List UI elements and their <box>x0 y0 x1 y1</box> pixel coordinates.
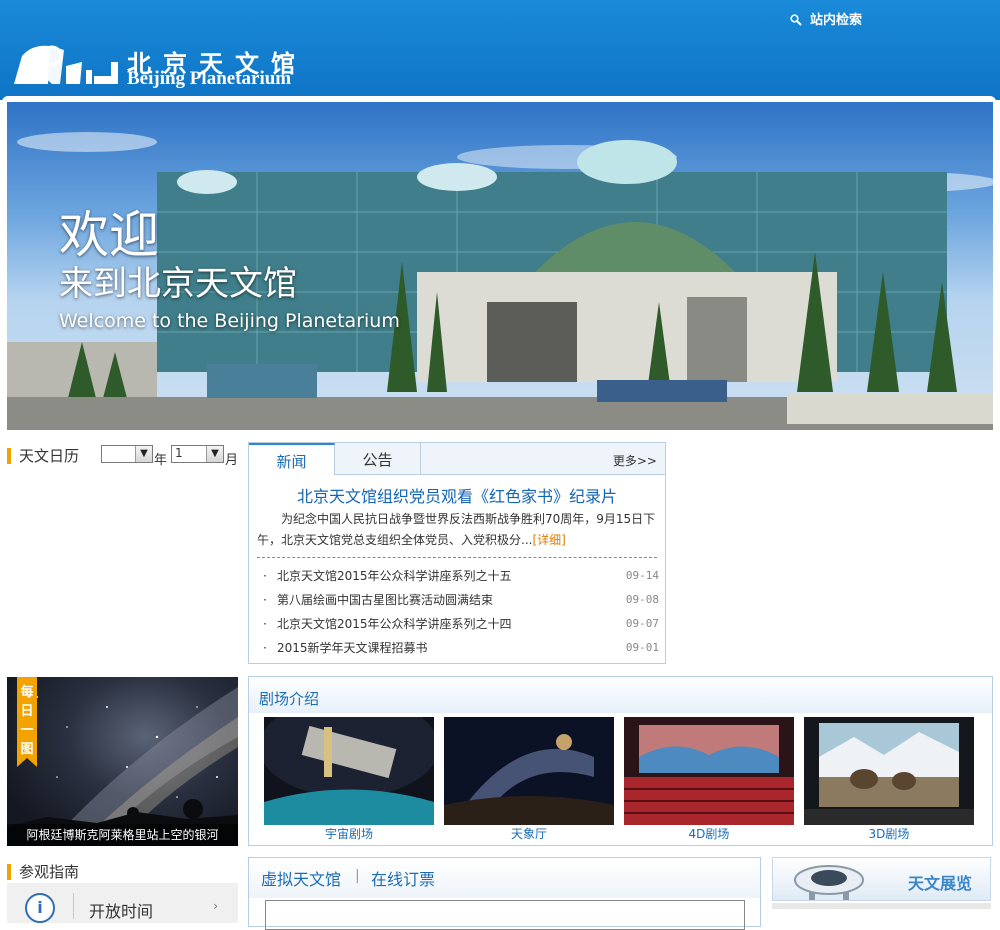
theater-card-4d[interactable]: 4D剧场 <box>624 717 794 843</box>
theater-card-sky[interactable]: 天象厅 <box>444 717 614 843</box>
banner-welcome-line2: 来到北京天文馆 <box>59 264 297 304</box>
daily-picture-caption[interactable]: 阿根廷博斯克阿莱格里站上空的银河 <box>7 824 238 846</box>
theater-label[interactable]: 3D剧场 <box>804 825 974 843</box>
site-header: 站内检索 北京天文馆 Beijing Planetarium <box>0 0 1000 100</box>
news-headline[interactable]: 北京天文馆组织党员观看《红色家书》纪录片 <box>249 483 665 507</box>
bullet-icon: · <box>263 617 267 631</box>
banner-welcome-line1: 欢迎 <box>59 206 159 264</box>
virtual-ticket-panel: 虚拟天文馆 | 在线订票 <box>248 857 761 930</box>
theater-panel: 剧场介绍 宇宙剧场 天象厅 4D剧场 3D剧场 <box>248 676 993 846</box>
year-unit-label: 年 <box>154 453 168 468</box>
tab-separator: | <box>355 868 360 884</box>
info-icon: i <box>25 893 55 923</box>
virtual-content-frame <box>265 900 745 930</box>
search-label: 站内检索 <box>810 13 863 28</box>
exhibition-panel-bottom <box>772 903 991 909</box>
tab-notice[interactable]: 公告 <box>335 443 421 474</box>
theater-label[interactable]: 4D剧场 <box>624 825 794 843</box>
milky-way-photo <box>7 687 238 846</box>
daily-picture[interactable]: 每日一图 阿根廷博斯克阿莱格里站上空的银河 <box>7 677 238 846</box>
month-unit-label: 月 <box>225 453 239 468</box>
theater-card-3d[interactable]: 3D剧场 <box>804 717 974 843</box>
news-list-item[interactable]: · 北京天文馆2015年公众科学讲座系列之十四 09-07 <box>263 612 659 636</box>
guide-divider <box>73 893 74 919</box>
calendar-year-select[interactable]: ▼ <box>101 445 153 463</box>
news-item-title[interactable]: 2015新学年天文课程招募书 <box>277 641 428 655</box>
news-summary: 为纪念中国人民抗日战争暨世界反法西斯战争胜利70周年，9月15日下午，北京天文馆… <box>257 509 659 551</box>
theater-label[interactable]: 宇宙剧场 <box>264 825 434 843</box>
news-item-title[interactable]: 北京天文馆2015年公众科学讲座系列之十五 <box>277 569 512 583</box>
chevron-right-icon: › <box>213 899 218 913</box>
logo-english-name: Beijing Planetarium <box>127 68 292 89</box>
banner-welcome-english: Welcome to the Beijing Planetarium <box>59 310 400 332</box>
tab-virtual-planetarium[interactable]: 虚拟天文馆 <box>261 866 341 890</box>
visit-guide-panel[interactable]: i 开放时间 › <box>7 883 238 923</box>
bullet-icon: · <box>263 569 267 583</box>
observatory-capsule-icon <box>794 865 864 900</box>
bullet-icon: · <box>263 593 267 607</box>
news-item-title[interactable]: 第八届绘画中国古星图比赛活动圆满结束 <box>277 593 493 607</box>
news-item-date: 09-01 <box>625 641 659 654</box>
astronomy-calendar-title: 天文日历 <box>7 448 79 464</box>
news-list-item[interactable]: · 第八届绘画中国古星图比赛活动圆满结束 09-08 <box>263 588 659 612</box>
theater-panel-title: 剧场介绍 <box>259 690 320 708</box>
news-detail-link[interactable]: [详细] <box>532 533 565 547</box>
news-tab-bar: 新闻 公告 更多>> <box>249 443 665 475</box>
theater-card-universe[interactable]: 宇宙剧场 <box>264 717 434 843</box>
3d-theater-photo <box>804 717 974 825</box>
news-item-title[interactable]: 北京天文馆2015年公众科学讲座系列之十四 <box>277 617 512 631</box>
daily-picture-badge: 每日一图 <box>17 677 37 767</box>
tab-news[interactable]: 新闻 <box>249 443 335 475</box>
4d-theater-photo <box>624 717 794 825</box>
visit-guide-title: 参观指南 <box>7 864 79 880</box>
calendar-month-select[interactable]: 1 ▼ <box>171 445 224 463</box>
search-icon <box>790 14 802 26</box>
bullet-icon: · <box>263 641 267 655</box>
news-item-date: 09-08 <box>625 593 659 606</box>
news-divider <box>257 557 657 558</box>
calendar-month-value: 1 <box>175 446 183 460</box>
exhibition-panel[interactable]: 天文展览 <box>772 857 991 901</box>
news-item-date: 09-14 <box>625 569 659 582</box>
planetarium-logo-icon[interactable] <box>12 40 122 88</box>
news-panel: 新闻 公告 更多>> 北京天文馆组织党员观看《红色家书》纪录片 为纪念中国人民抗… <box>248 442 666 664</box>
opening-hours-link[interactable]: 开放时间 <box>89 898 153 922</box>
exhibition-title[interactable]: 天文展览 <box>908 870 972 894</box>
news-item-date: 09-07 <box>625 617 659 630</box>
theater-label[interactable]: 天象厅 <box>444 825 614 843</box>
news-list-item[interactable]: · 北京天文馆2015年公众科学讲座系列之十五 09-14 <box>263 564 659 588</box>
news-summary-text: 为纪念中国人民抗日战争暨世界反法西斯战争胜利70周年，9月15日下午，北京天文馆… <box>257 512 656 547</box>
chevron-down-icon: ▼ <box>206 446 223 462</box>
sky-theater-photo <box>444 717 614 825</box>
news-list-item[interactable]: · 2015新学年天文课程招募书 09-01 <box>263 636 659 660</box>
more-news-link[interactable]: 更多>> <box>613 452 657 469</box>
universe-theater-photo <box>264 717 434 825</box>
banner-welcome-text: 欢迎 来到北京天文馆 Welcome to the Beijing Planet… <box>59 207 400 335</box>
chevron-down-icon: ▼ <box>135 446 152 462</box>
site-search-link[interactable]: 站内检索 <box>790 9 862 28</box>
banner-image[interactable]: 欢迎 来到北京天文馆 Welcome to the Beijing Planet… <box>7 102 993 430</box>
theater-panel-header: 剧场介绍 <box>249 677 992 713</box>
tab-online-tickets[interactable]: 在线订票 <box>371 866 435 890</box>
news-list: · 北京天文馆2015年公众科学讲座系列之十五 09-14 · 第八届绘画中国古星图比… <box>263 564 659 660</box>
